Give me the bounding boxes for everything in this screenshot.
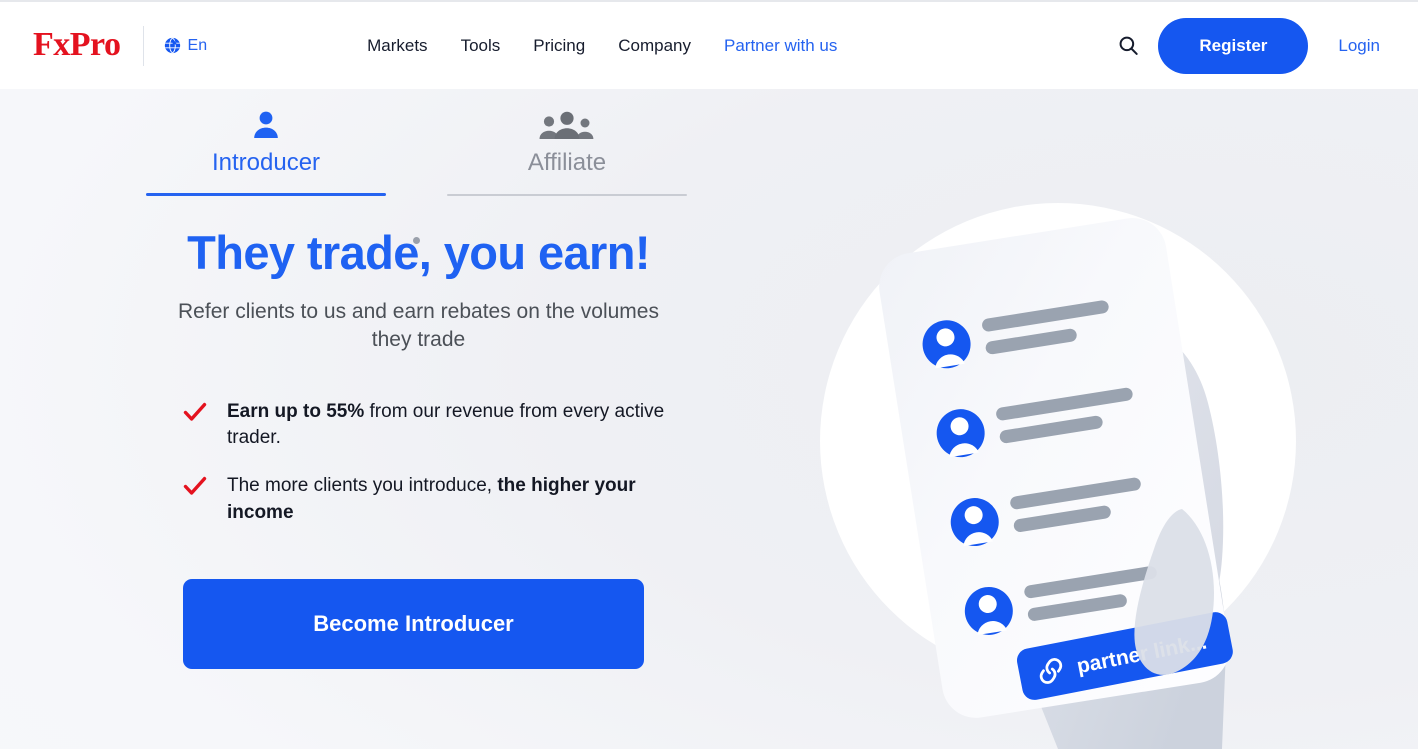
language-label: En (187, 36, 208, 54)
partner-type-tabs: Introducer Affiliate (146, 97, 687, 244)
become-introducer-button[interactable]: Become Introducer (183, 578, 644, 669)
benefit-strong-lead: Earn up to 55% (227, 400, 365, 422)
hero-section: Introducer Affiliate They trade, you ear… (0, 89, 1418, 749)
tab-introducer[interactable]: Introducer (146, 97, 386, 197)
page-root: FxPro En Markets Tools Pricing Company P… (0, 0, 1418, 749)
main-nav: Markets Tools Pricing Company Partner wi… (367, 36, 837, 56)
register-button[interactable]: Register (1158, 17, 1309, 74)
nav-item-tools[interactable]: Tools (461, 36, 501, 56)
hero-copy: They trade, you earn! Refer clients to u… (146, 226, 691, 669)
header-actions: Register Login (1108, 17, 1388, 74)
search-button[interactable] (1108, 26, 1148, 66)
globe-icon (164, 37, 181, 54)
person-icon (250, 106, 282, 140)
group-icon (538, 106, 596, 140)
hero-subtitle: Refer clients to us and earn rebates on … (178, 299, 659, 351)
nav-item-partner-with-us[interactable]: Partner with us (724, 36, 837, 56)
tab-affiliate-label: Affiliate (527, 149, 607, 176)
tab-affiliate-underline (447, 194, 687, 197)
hand-holding-phone-illustration: partner link... (790, 179, 1350, 749)
language-selector[interactable]: En (164, 36, 208, 55)
header-divider (142, 25, 144, 66)
nav-item-pricing[interactable]: Pricing (533, 36, 585, 56)
page-title: They trade, you earn! (187, 226, 650, 279)
tab-affiliate[interactable]: Affiliate (447, 97, 687, 197)
nav-item-company[interactable]: Company (618, 36, 691, 56)
benefits-list: Earn up to 55% from our revenue from eve… (146, 399, 691, 526)
tab-introducer-underline (146, 193, 386, 197)
benefit-item: Earn up to 55% from our revenue from eve… (183, 399, 691, 451)
login-link[interactable]: Login (1338, 36, 1380, 56)
tab-introducer-label: Introducer (211, 149, 321, 176)
benefit-item: The more clients you introduce, the high… (183, 473, 691, 525)
fxpro-logo[interactable]: FxPro (33, 27, 121, 64)
site-header: FxPro En Markets Tools Pricing Company P… (0, 0, 1418, 89)
search-icon (1118, 35, 1139, 56)
benefit-text: The more clients you introduce, (227, 475, 498, 497)
nav-item-markets[interactable]: Markets (367, 36, 427, 56)
